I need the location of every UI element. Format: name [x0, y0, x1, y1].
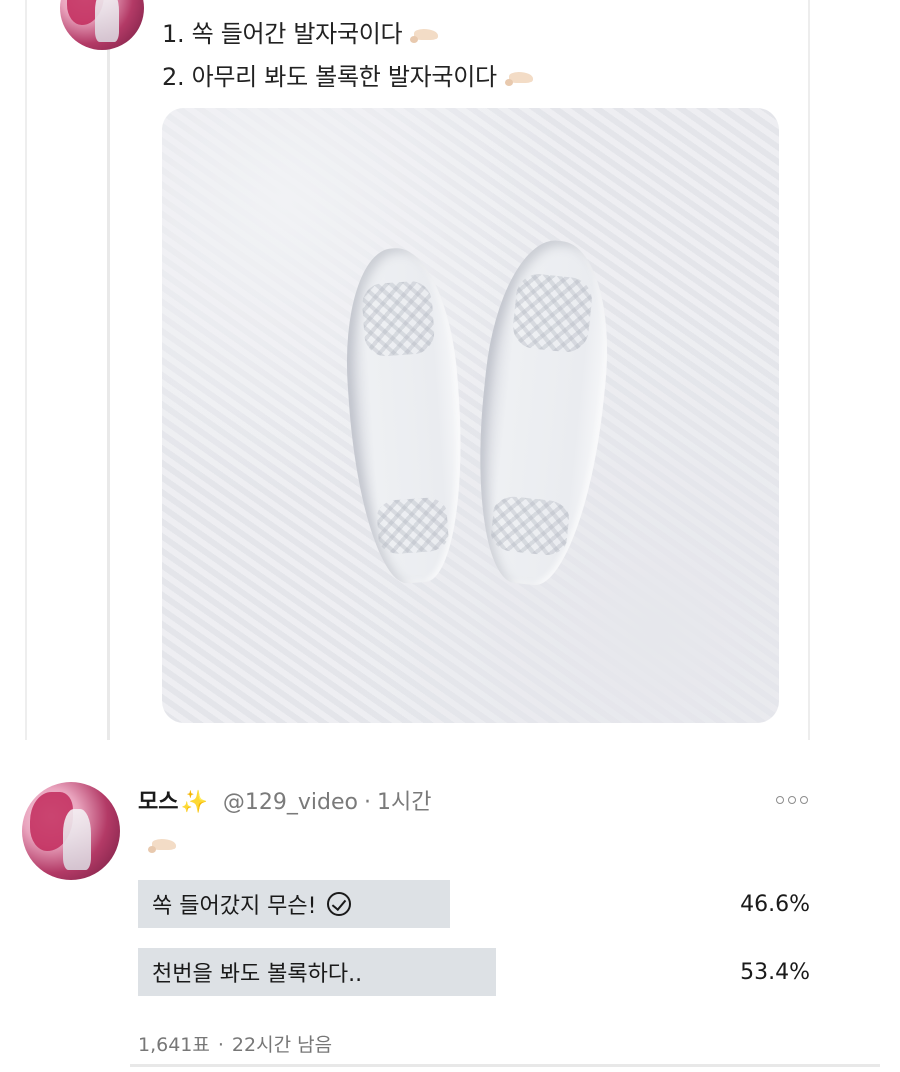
timestamp[interactable]: 1시간 — [377, 790, 431, 815]
thread-connector-line — [107, 46, 110, 740]
separator-dot: · — [363, 790, 371, 815]
check-circle-icon — [326, 892, 351, 916]
user-handle[interactable]: @129_video — [223, 790, 358, 815]
reply-tweet: 모스✨ @129_video · 1시간 쏙 들어갔지 무슨! 46.6% 천번을 … — [0, 748, 900, 1072]
avatar[interactable] — [60, 0, 144, 50]
separator-dot: · — [217, 1034, 224, 1056]
poll-option-2-percent: 53.4% — [740, 960, 810, 985]
poll-footer: 1,641표 · 22시간 남음 — [138, 1030, 332, 1057]
tweet-text-line-2: 2. 아무리 봐도 볼록한 발자국이다 — [162, 57, 535, 92]
display-name[interactable]: 모스 — [138, 790, 178, 815]
top-tweet: 1. 쏙 들어간 발자국이다 2. 아무리 봐도 볼록한 발자국이다 — [0, 0, 900, 740]
vote-count: 1,641표 — [138, 1034, 210, 1056]
poll-option-2[interactable]: 천번을 봐도 볼록하다.. — [138, 948, 496, 996]
tweet-line-text: 2. 아무리 봐도 볼록한 발자국이다 — [162, 63, 497, 91]
left-footprint — [338, 244, 472, 587]
tweet-text-line-1: 1. 쏙 들어간 발자국이다 — [162, 14, 440, 49]
sparkle-emoji-icon: ✨ — [180, 790, 208, 815]
tweet-header: 모스✨ @129_video · 1시간 — [138, 784, 431, 816]
foot-emoji-icon — [148, 837, 178, 853]
time-remaining: 22시간 남음 — [231, 1034, 333, 1056]
poll-option-1[interactable]: 쏙 들어갔지 무슨! — [138, 880, 450, 928]
avatar[interactable] — [22, 782, 120, 880]
left-divider — [25, 0, 27, 740]
poll-option-label: 쏙 들어갔지 무슨! — [152, 894, 317, 919]
right-footprint — [464, 234, 620, 591]
section-gap — [0, 740, 900, 748]
right-divider — [808, 0, 810, 740]
foot-emoji-icon — [410, 27, 440, 43]
poll-option-label: 천번을 봐도 볼록하다.. — [152, 962, 363, 987]
tweet-body — [140, 834, 178, 853]
foot-emoji-icon — [504, 70, 535, 86]
more-options-icon[interactable] — [776, 794, 810, 806]
tweet-line-text: 1. 쏙 들어간 발자국이다 — [162, 20, 403, 48]
bottom-divider — [130, 1064, 880, 1067]
poll-option-1-percent: 46.6% — [740, 892, 810, 917]
tweet-photo-footprints[interactable] — [162, 108, 779, 723]
